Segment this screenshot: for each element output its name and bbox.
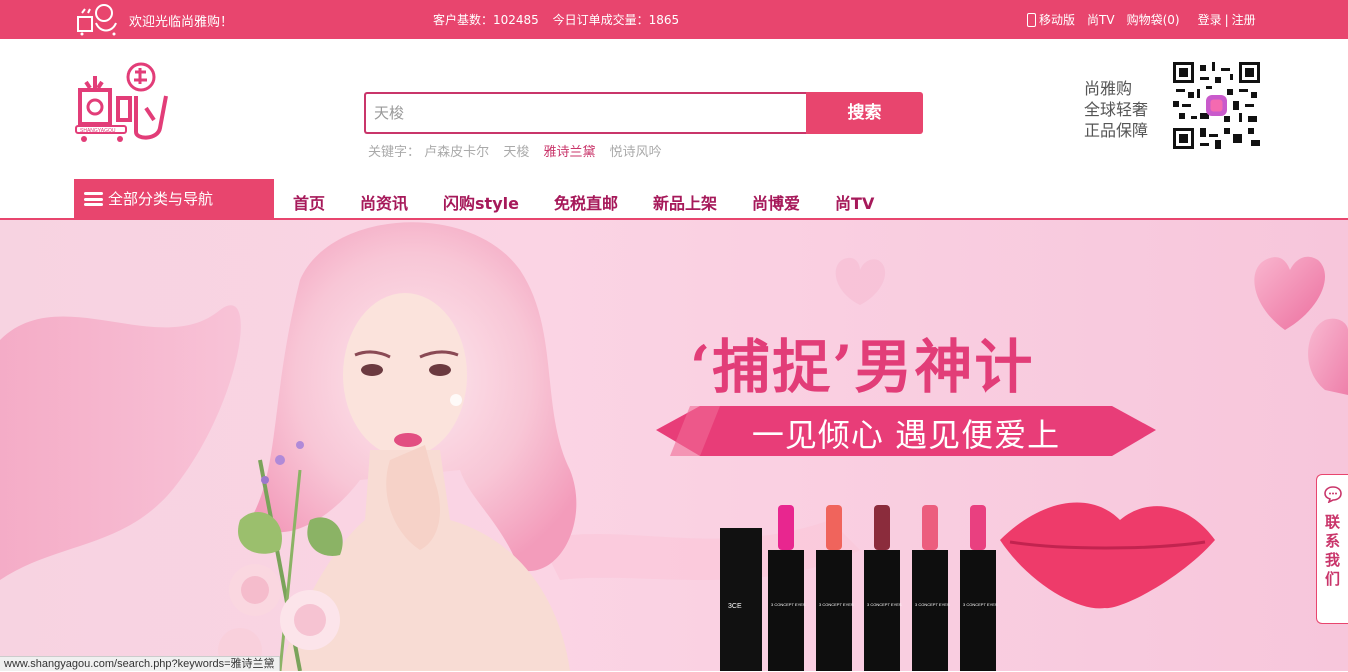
- login-link[interactable]: 登录: [1198, 11, 1222, 28]
- lipstick-label: 3 CONCEPT EYES: [915, 602, 950, 607]
- site-stats: 客户基数：102485 今日订单成交量：1865: [433, 11, 689, 28]
- customer-count: 客户基数：102485: [433, 13, 539, 27]
- nav-item-duty-free[interactable]: 免税直邮: [554, 190, 618, 214]
- search-button[interactable]: 搜索: [806, 92, 923, 134]
- nav-item-flash-sale[interactable]: 闪购style: [443, 190, 519, 214]
- keywords-label: 关键字：: [368, 145, 421, 160]
- mobile-version-label: 移动版: [1039, 13, 1076, 27]
- search-input[interactable]: 天梭: [364, 92, 806, 134]
- nav-item-tv[interactable]: 尚TV: [835, 190, 874, 214]
- lipstick-label: 3 CONCEPT EYES: [771, 602, 806, 607]
- nav-item-news[interactable]: 尚资讯: [360, 190, 408, 214]
- contact-us-label: 联系我们: [1324, 513, 1340, 588]
- banner-headline: ‘捕捉’男神计: [690, 333, 1035, 401]
- main-nav: 首页 尚资讯 闪购style 免税直邮 新品上架 尚博爱 尚TV: [293, 190, 909, 214]
- lipstick-label: 3 CONCEPT EYES: [819, 602, 854, 607]
- chat-icon: [1323, 486, 1342, 504]
- top-bar: 欢迎光临尚雅购！ 客户基数：102485 今日订单成交量：1865 移动版 尚T…: [0, 0, 1348, 39]
- logo-subtext: SHANGYAGOU: [80, 128, 116, 134]
- search-bar: 天梭 搜索: [364, 92, 923, 134]
- mobile-version-link[interactable]: 移动版: [1027, 11, 1075, 28]
- keyword-link[interactable]: 卢森皮卡尔: [424, 145, 489, 160]
- browser-status-bar: www.shangyagou.com/search.php?keywords=雅…: [0, 656, 280, 671]
- orders-today: 今日订单成交量：1865: [552, 13, 680, 27]
- nav-item-charity[interactable]: 尚博爱: [752, 190, 800, 214]
- keyword-link[interactable]: 雅诗兰黛: [543, 145, 595, 160]
- register-link[interactable]: 注册: [1232, 11, 1256, 28]
- lipstick-box-logo: 3CE: [728, 603, 742, 610]
- hot-keywords: 关键字： 卢森皮卡尔 天梭 雅诗兰黛 悦诗风吟: [368, 141, 672, 160]
- nav-item-home[interactable]: 首页: [293, 190, 325, 214]
- keyword-link[interactable]: 悦诗风吟: [610, 145, 662, 160]
- hero-banner[interactable]: 3CE 3 CONCEPT EYES 3 CONCEPT EYES 3 CONC…: [0, 220, 1348, 671]
- nav-item-new-arrivals[interactable]: 新品上架: [653, 190, 717, 214]
- menu-icon: [84, 192, 103, 206]
- contact-us-button[interactable]: 联系我们: [1316, 474, 1348, 624]
- welcome-text: 欢迎光临尚雅购！: [129, 15, 234, 30]
- slogan-line: 全球轻奢: [1084, 100, 1149, 119]
- mini-logo-icon[interactable]: [74, 3, 120, 36]
- slogan-line: 尚雅购: [1084, 79, 1133, 98]
- cart-link[interactable]: 购物袋(0): [1127, 11, 1180, 28]
- top-links: 移动版 尚TV 购物袋(0) 登录 | 注册: [1027, 11, 1256, 28]
- link-divider: |: [1224, 12, 1229, 27]
- lipstick-label: 3 CONCEPT EYES: [867, 602, 902, 607]
- lipstick-label: 3 CONCEPT EYES: [963, 602, 998, 607]
- tv-link[interactable]: 尚TV: [1087, 11, 1115, 28]
- slogan: 尚雅购 全球轻奢 正品保障: [1084, 78, 1148, 141]
- keyword-link[interactable]: 天梭: [503, 145, 529, 160]
- all-categories-button[interactable]: 全部分类与导航: [74, 179, 274, 219]
- all-categories-label: 全部分类与导航: [108, 190, 214, 208]
- site-logo[interactable]: SHANGYAGOU: [74, 62, 178, 144]
- banner-subline: 一见倾心 遇见便爱上: [751, 416, 1061, 454]
- slogan-line: 正品保障: [1084, 121, 1149, 140]
- qr-code-icon: [1173, 62, 1260, 149]
- phone-icon: [1027, 12, 1036, 27]
